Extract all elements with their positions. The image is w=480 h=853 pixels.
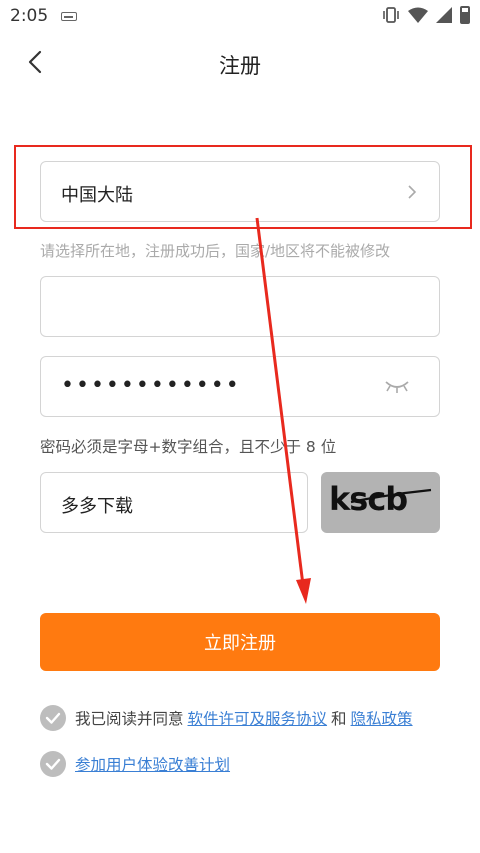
region-selector[interactable]: 中国大陆 — [40, 161, 440, 222]
region-value: 中国大陆 — [61, 185, 133, 206]
check-circle-icon[interactable] — [40, 751, 66, 777]
signal-icon — [436, 7, 452, 23]
agreement-row: 我已阅读并同意 软件许可及服务协议 和 隐私政策 — [40, 705, 417, 731]
region-hint: 请选择所在地，注册成功后，国家/地区将不能被修改 — [40, 242, 391, 260]
nav-bar: 注册 — [0, 34, 480, 92]
battery-icon — [460, 6, 470, 24]
register-button[interactable]: 立即注册 — [40, 613, 440, 671]
captcha-noise-line — [350, 488, 432, 504]
experience-row: 参加用户体验改善计划 — [40, 751, 230, 777]
status-bar: 2:05 — [0, 0, 480, 34]
vibrate-icon — [383, 7, 399, 23]
password-value: •••••••••••• — [61, 373, 241, 398]
status-time: 2:05 — [10, 6, 49, 26]
password-hint: 密码必须是字母+数字组合，且不少于 8 位 — [40, 438, 337, 456]
page-title: 注册 — [219, 54, 261, 78]
captcha-input-value: 多多下载 — [61, 496, 133, 517]
password-field[interactable]: •••••••••••• — [40, 356, 440, 417]
keyboard-icon — [61, 12, 77, 21]
wifi-icon — [408, 7, 428, 23]
chevron-right-icon — [408, 185, 417, 199]
phone-input[interactable] — [61, 277, 421, 336]
experience-plan-link[interactable]: 参加用户体验改善计划 — [75, 753, 230, 775]
agreement-and: 和 — [331, 710, 347, 728]
status-icons — [382, 6, 470, 24]
check-circle-icon[interactable] — [40, 705, 66, 731]
captcha-input[interactable]: 多多下载 — [40, 472, 308, 533]
license-link[interactable]: 软件许可及服务协议 — [188, 707, 328, 729]
eye-closed-icon[interactable] — [383, 377, 411, 395]
privacy-link[interactable]: 隐私政策 — [351, 707, 413, 729]
captcha-image[interactable]: kscb — [321, 472, 440, 533]
agreement-prefix: 我已阅读并同意 — [75, 710, 184, 728]
phone-field-container — [40, 276, 440, 337]
